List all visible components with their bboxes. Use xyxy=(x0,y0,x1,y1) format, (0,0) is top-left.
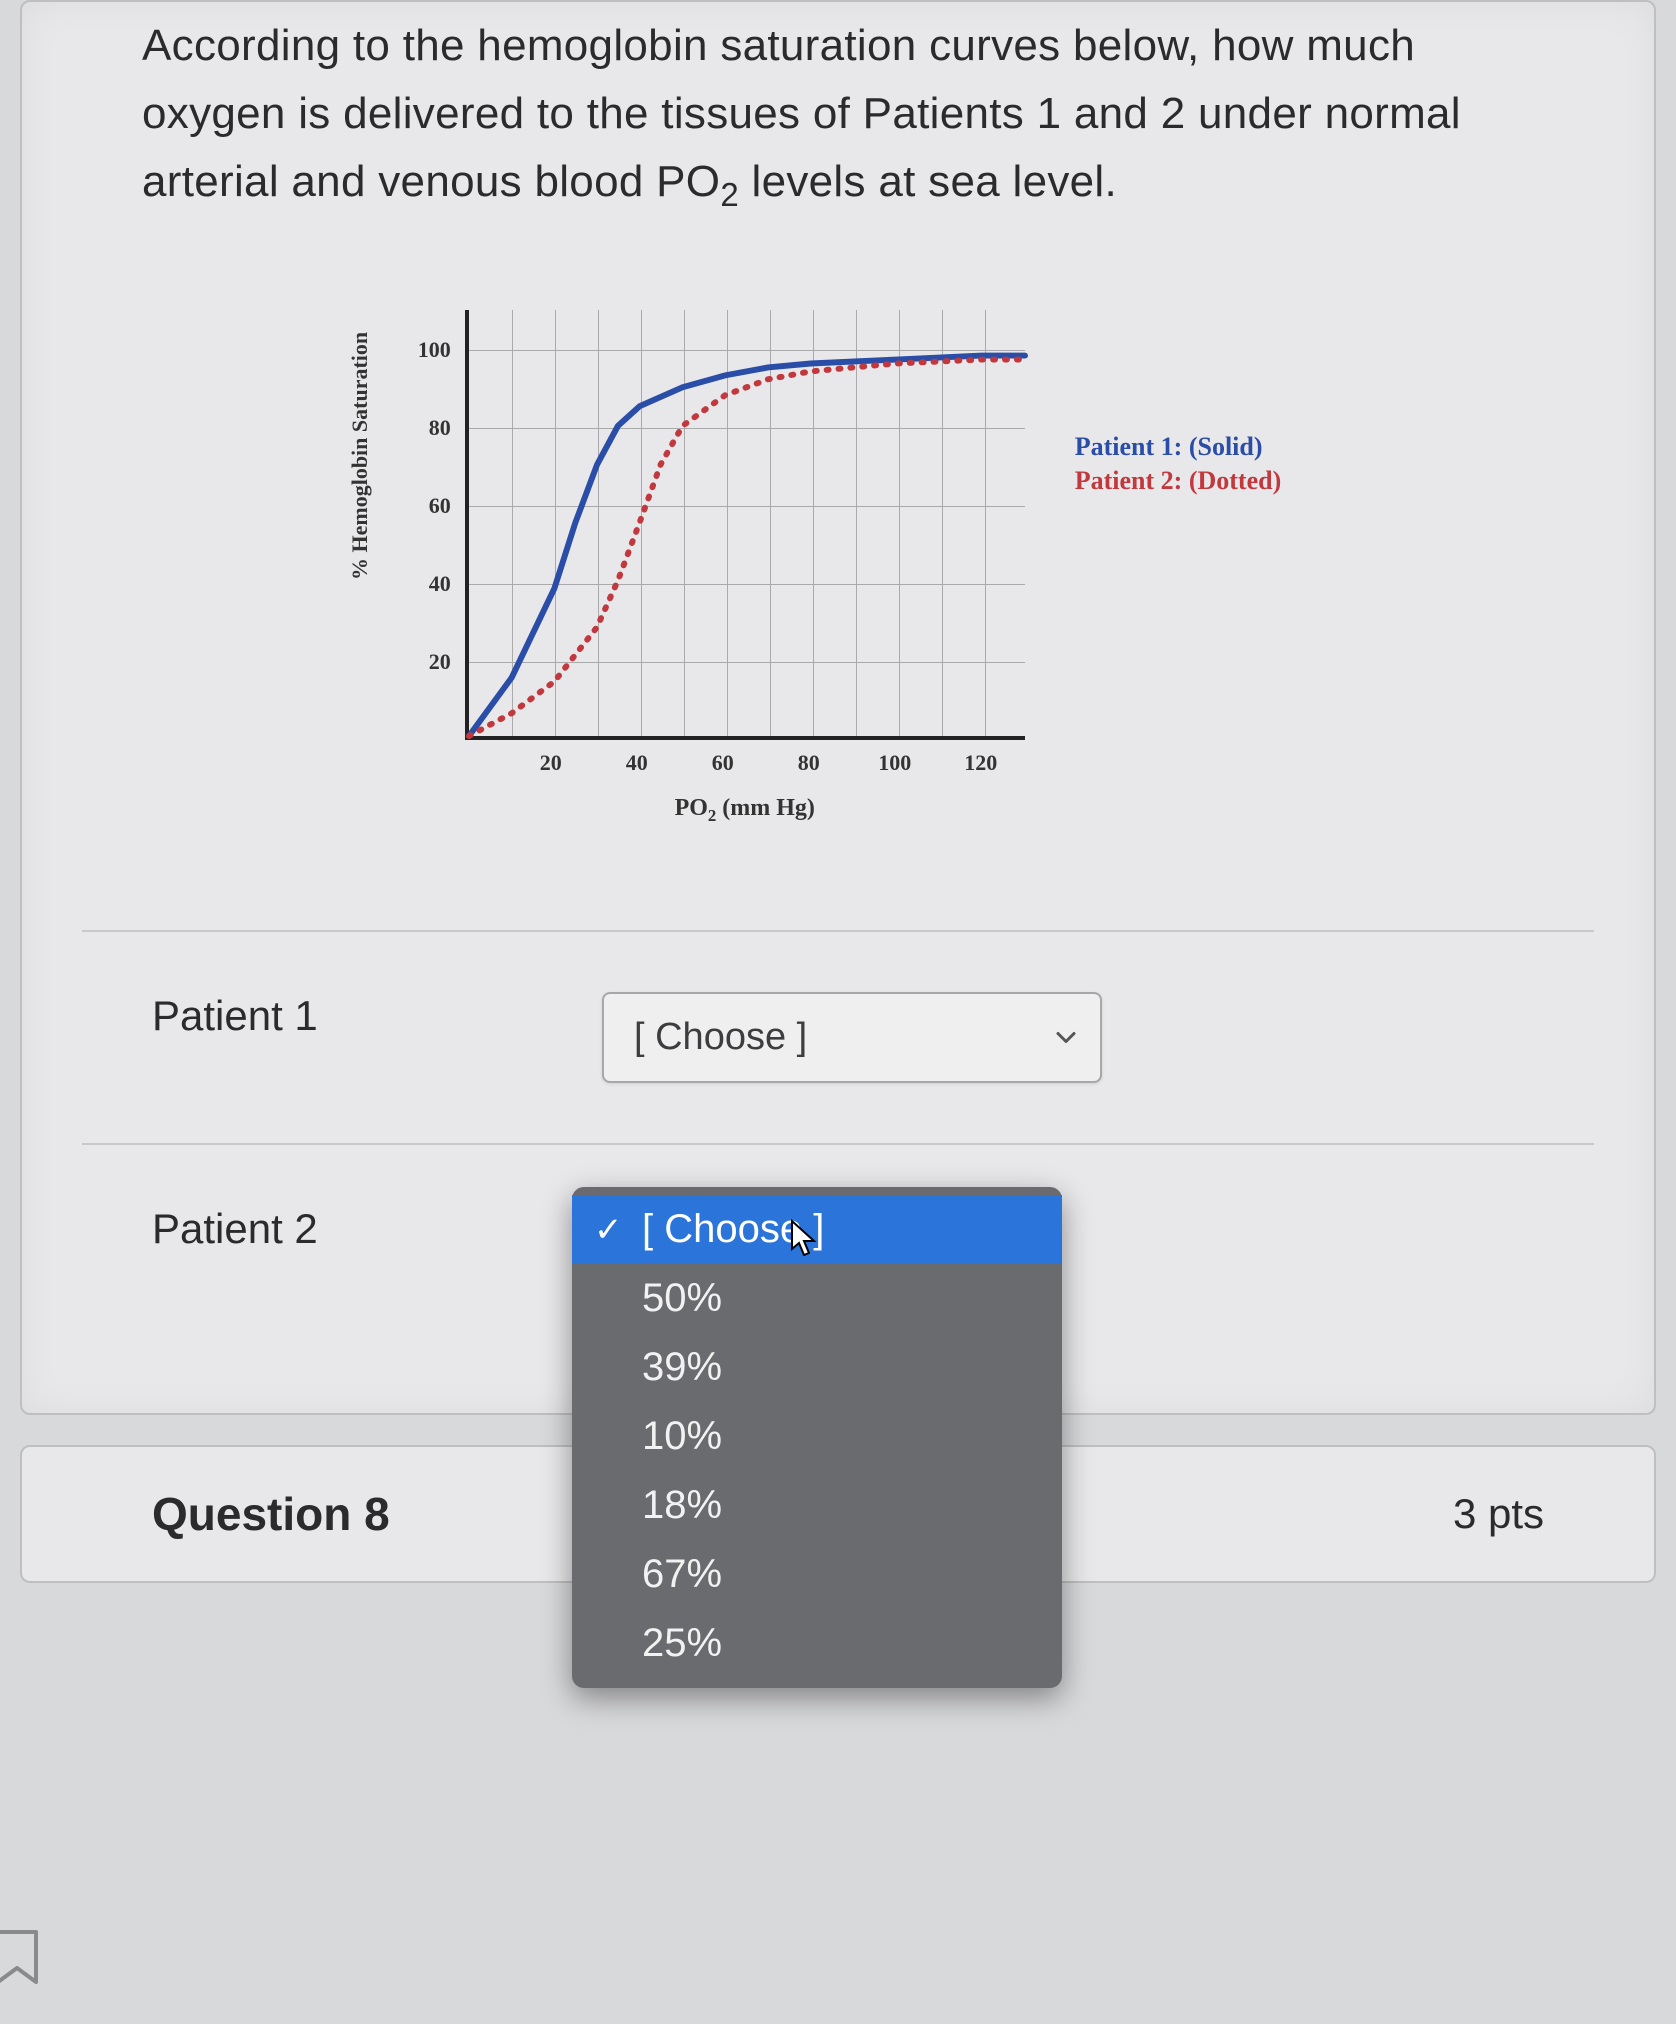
legend-patient2: Patient 2: (Dotted) xyxy=(1075,464,1282,498)
x-axis-label: PO2 (mm Hg) xyxy=(465,795,1025,826)
dropdown-option[interactable]: 50% xyxy=(572,1264,1062,1333)
y-tick: 40 xyxy=(429,571,451,597)
dropdown-option-label: 67% xyxy=(642,1552,722,1596)
chart-svg xyxy=(469,310,1025,736)
y-tick: 100 xyxy=(418,337,451,363)
x-tick: 120 xyxy=(964,750,997,776)
dropdown-option-label: 18% xyxy=(642,1483,722,1527)
patient1-select[interactable]: [ Choose ] xyxy=(602,992,1102,1083)
x-tick: 60 xyxy=(712,750,734,776)
x-label-post: (mm Hg) xyxy=(716,795,815,821)
question-number: Question 8 xyxy=(152,1487,390,1541)
dropdown-option[interactable]: 39% xyxy=(572,1333,1062,1402)
dropdown-option[interactable]: 25% xyxy=(572,1609,1062,1678)
x-tick: 20 xyxy=(540,750,562,776)
y-tick: 80 xyxy=(429,415,451,441)
x-tick: 100 xyxy=(878,750,911,776)
x-tick: 40 xyxy=(626,750,648,776)
dropdown-option-label: 39% xyxy=(642,1345,722,1389)
chevron-down-icon xyxy=(1054,1016,1078,1059)
legend-patient1: Patient 1: (Solid) xyxy=(1075,430,1282,464)
patient1-select-value: [ Choose ] xyxy=(634,1016,807,1058)
question-points: 3 pts xyxy=(1453,1490,1544,1538)
patient1-curve xyxy=(469,356,1025,736)
dropdown-option-label: 50% xyxy=(642,1276,722,1320)
question-sub: 2 xyxy=(720,176,739,213)
y-tick: 20 xyxy=(429,649,451,675)
x-tick: 80 xyxy=(798,750,820,776)
check-icon: ✓ xyxy=(594,1210,623,1250)
answer-row-patient1: Patient 1 [ Choose ] xyxy=(22,932,1654,1143)
bookmark-outline-icon[interactable] xyxy=(0,1928,42,1988)
patient2-select-dropdown[interactable]: ✓ [ Choose ] 50% 39% 10% 18% 67% 25% xyxy=(572,1187,1062,1688)
chart-area: % Hemoglobin Saturation 100 80 60 40 20 xyxy=(22,260,1654,930)
plot-area xyxy=(465,310,1025,740)
question-text: According to the hemoglobin saturation c… xyxy=(22,12,1654,260)
dropdown-option-label: [ Choose ] xyxy=(642,1207,824,1251)
y-axis-label: % Hemoglobin Saturation xyxy=(347,332,373,580)
dropdown-option-label: 25% xyxy=(642,1621,722,1665)
question-card: According to the hemoglobin saturation c… xyxy=(20,0,1656,1415)
question-text-post: levels at sea level. xyxy=(739,157,1117,206)
dropdown-option-choose[interactable]: ✓ [ Choose ] xyxy=(572,1195,1062,1264)
patient2-curve xyxy=(469,360,1025,736)
patient1-label: Patient 1 xyxy=(152,992,512,1040)
dropdown-option[interactable]: 10% xyxy=(572,1402,1062,1471)
y-axis-ticks: 100 80 60 40 20 xyxy=(403,310,451,740)
chart-legend: Patient 1: (Solid) Patient 2: (Dotted) xyxy=(1075,430,1282,498)
dropdown-option[interactable]: 67% xyxy=(572,1540,1062,1609)
dropdown-option[interactable]: 18% xyxy=(572,1471,1062,1540)
patient2-label: Patient 2 xyxy=(152,1205,512,1253)
answer-row-patient2: Patient 2 ✓ [ Choose ] 50% 39% 10% 18% 6… xyxy=(22,1145,1654,1253)
chart: % Hemoglobin Saturation 100 80 60 40 20 xyxy=(395,310,1035,840)
dropdown-option-label: 10% xyxy=(642,1414,722,1458)
y-tick: 60 xyxy=(429,493,451,519)
x-label-pre: PO xyxy=(675,795,708,821)
